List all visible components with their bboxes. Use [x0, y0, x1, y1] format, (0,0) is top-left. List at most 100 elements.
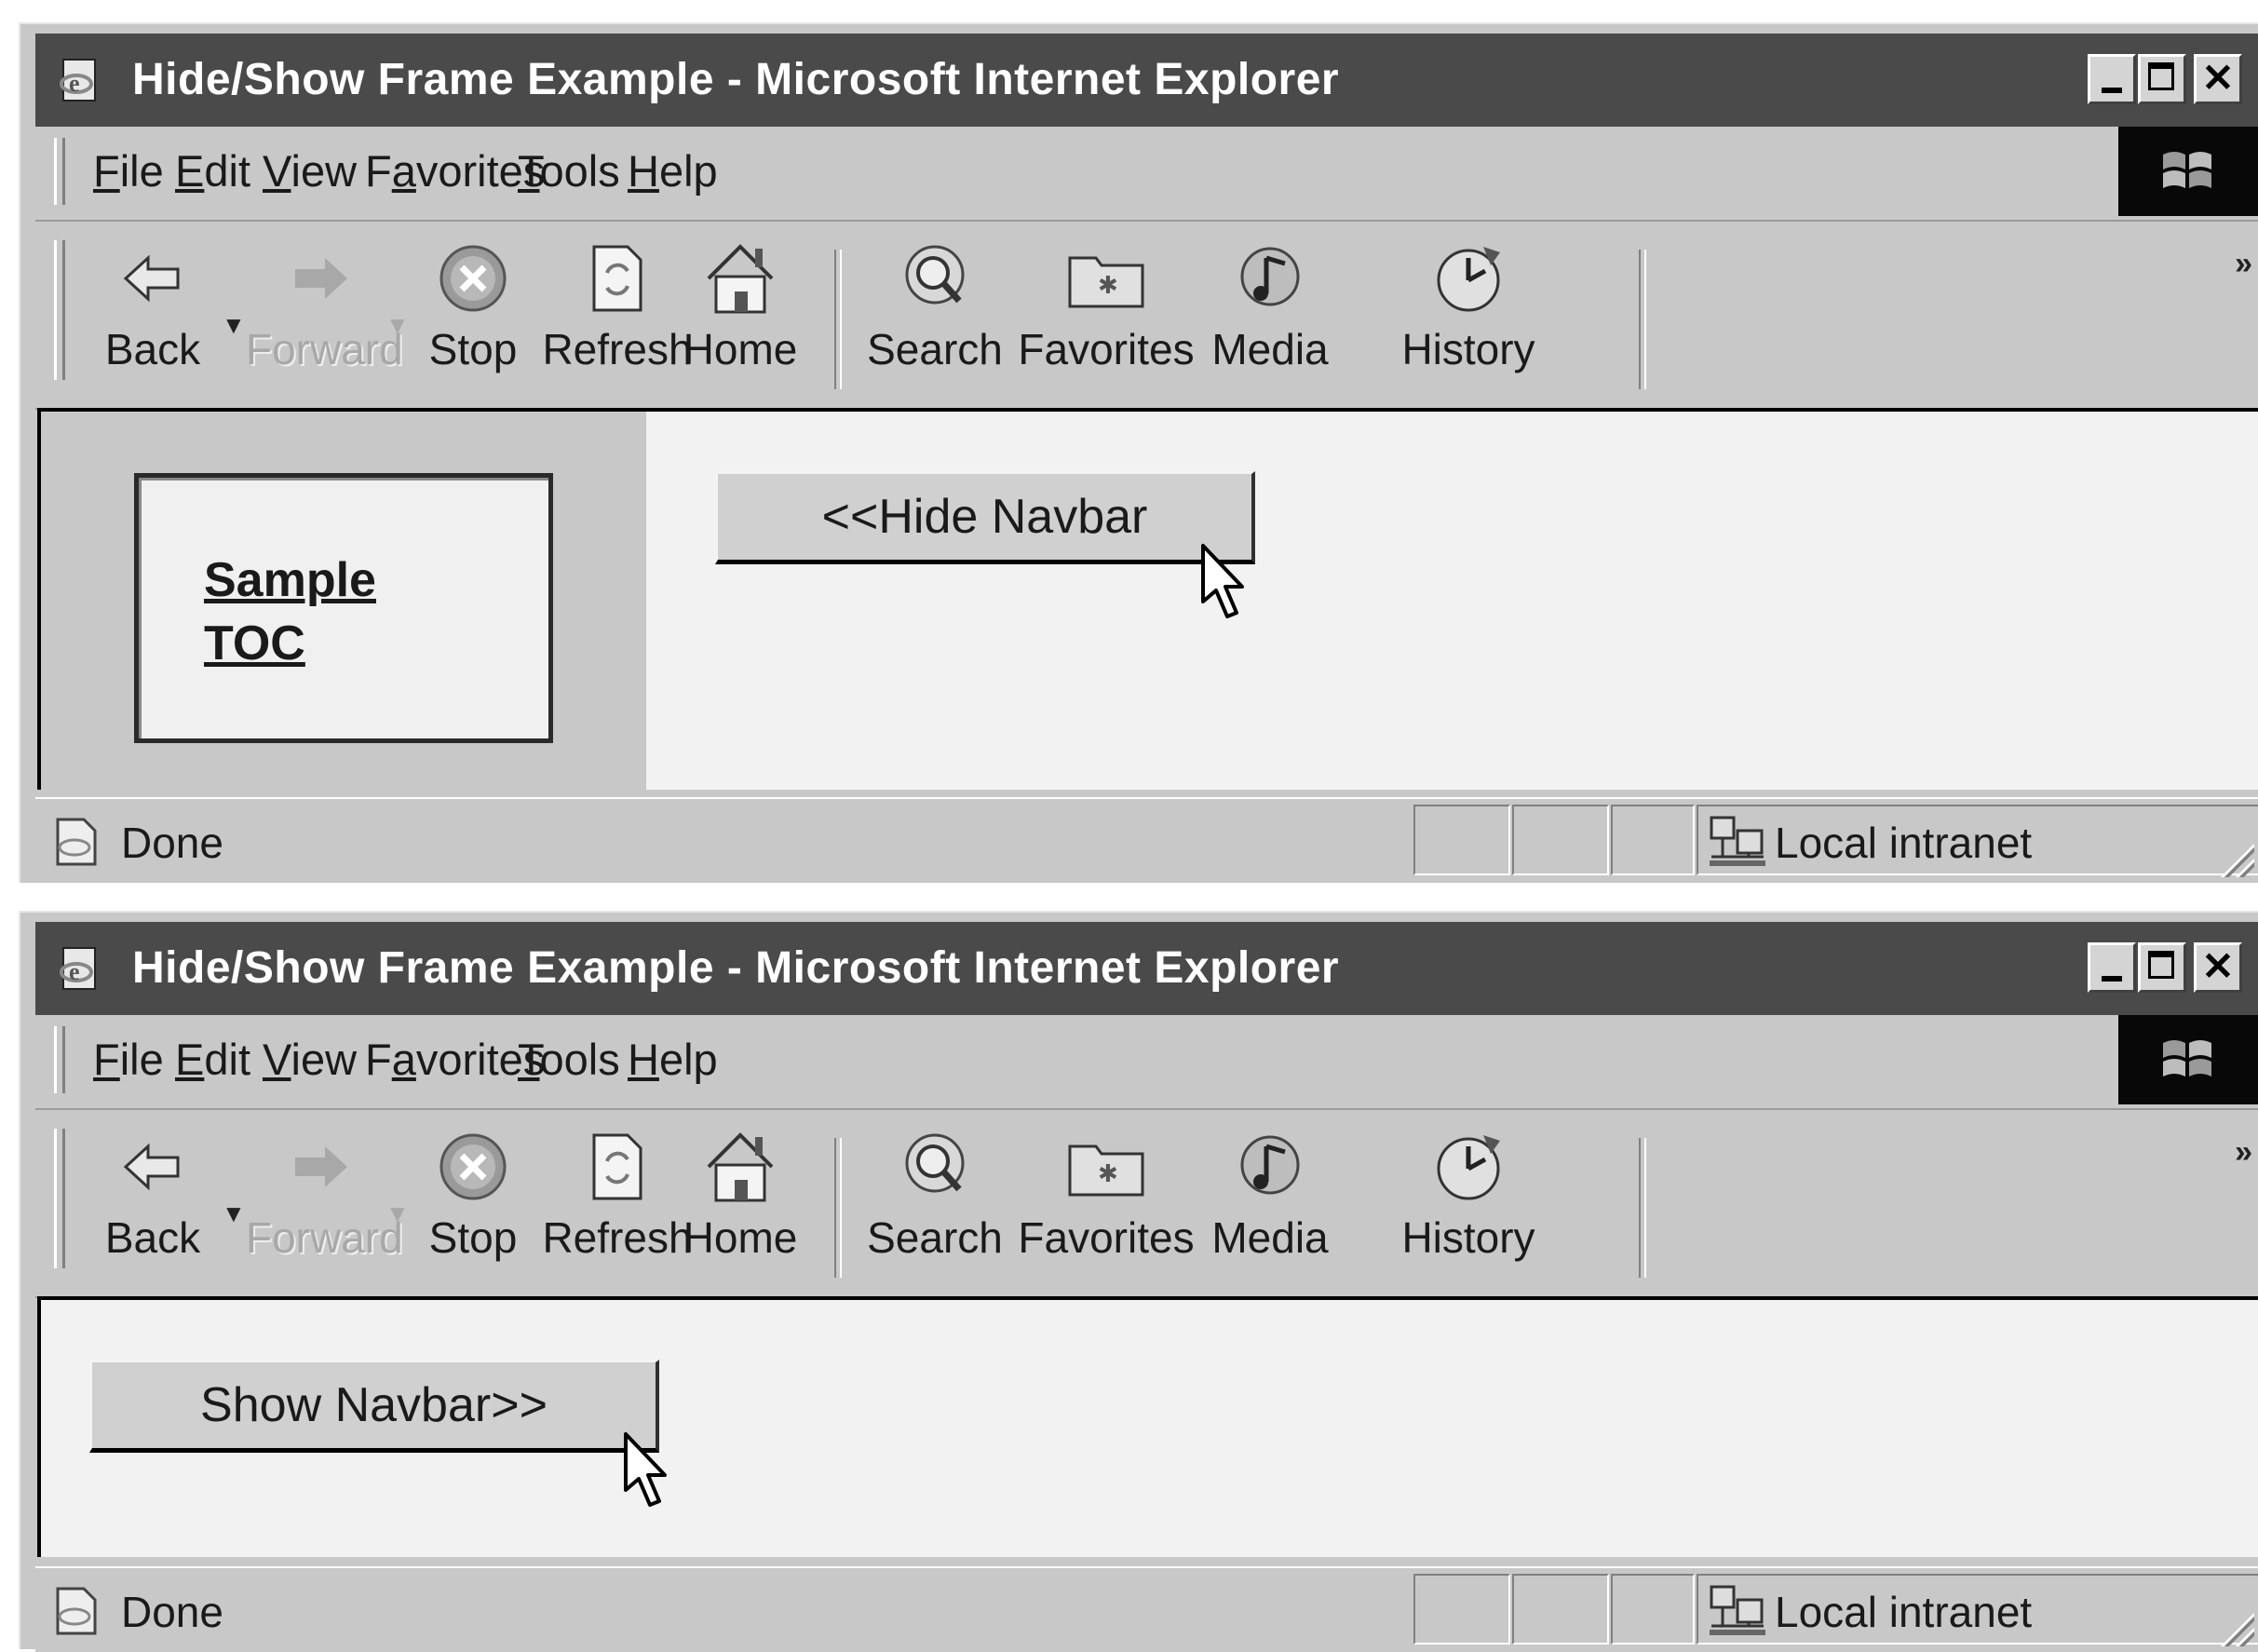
status-panel [1512, 805, 1609, 875]
menu-help-mnemonic: H [628, 146, 659, 196]
menu-tools[interactable]: Tools [518, 1034, 620, 1085]
title-bar[interactable]: e Hide/Show Frame Example - Microsoft In… [35, 34, 2258, 127]
menubar-grip[interactable] [54, 138, 65, 205]
forward-arrow-icon [295, 1146, 347, 1187]
status-text: Done [121, 819, 223, 867]
media-icon [1240, 247, 1300, 306]
refresh-button[interactable]: Refresh [538, 237, 696, 374]
toolbar-grip[interactable] [54, 240, 65, 380]
forward-button: Forward [246, 1125, 403, 1263]
search-globe-icon [905, 245, 965, 305]
minimize-button[interactable] [2088, 54, 2136, 104]
back-button[interactable]: Back [97, 1125, 209, 1263]
windows-flag-icon [2163, 1040, 2211, 1077]
menu-favorites-mnemonic: a [391, 146, 416, 196]
menu-view-mnemonic: V [263, 1035, 291, 1084]
svg-text:✱: ✱ [1098, 272, 1118, 300]
ie-page-icon: e [60, 59, 96, 102]
page-status-icon [56, 818, 97, 866]
toc-box: Sample TOC [134, 473, 553, 743]
title-bar[interactable]: e Hide/Show Frame Example - Microsoft In… [35, 922, 2258, 1015]
home-icon [707, 244, 774, 314]
page-content: Sample TOC <<Hide Navbar [37, 408, 2258, 790]
search-button[interactable]: Search [860, 237, 1009, 374]
forward-label: Forward [246, 325, 403, 373]
svg-text:e: e [69, 70, 80, 97]
status-bar: Done Local intranet [35, 1566, 2258, 1652]
resize-grip[interactable] [2217, 1609, 2254, 1646]
maximize-button[interactable] [2138, 54, 2186, 104]
menu-bar: File Edit View Favorites Tools Help [35, 127, 2258, 222]
sample-toc-link[interactable]: Sample TOC [204, 548, 483, 675]
stop-icon [439, 1133, 507, 1200]
history-button[interactable]: History [1399, 237, 1538, 374]
history-button[interactable]: History [1399, 1125, 1538, 1263]
status-panel [1413, 1574, 1510, 1645]
mouse-pointer-icon [624, 1432, 667, 1507]
status-panel [1611, 1574, 1695, 1645]
toolbar-separator [834, 1138, 842, 1278]
back-label: Back [104, 1213, 201, 1262]
favorites-button[interactable]: ✱ Favorites [1013, 1125, 1199, 1263]
menu-view[interactable]: View [263, 145, 357, 196]
close-button[interactable]: ✕ [2194, 942, 2242, 993]
status-panel [1413, 805, 1510, 875]
history-label: History [1401, 1213, 1535, 1262]
menu-edit[interactable]: Edit [175, 1034, 250, 1085]
menu-tools[interactable]: Tools [518, 145, 620, 196]
local-intranet-icon [1710, 816, 1765, 866]
toolbar-separator [1639, 1138, 1646, 1278]
menu-edit[interactable]: Edit [175, 145, 250, 196]
stop-button[interactable]: Stop [417, 1125, 529, 1263]
menubar-grip[interactable] [54, 1026, 65, 1093]
back-dropdown-icon[interactable]: ▼ [222, 311, 246, 340]
forward-button: Forward [246, 237, 403, 374]
close-button[interactable]: ✕ [2194, 54, 2242, 104]
toolbar-grip[interactable] [54, 1129, 65, 1268]
windows-flag-icon [2163, 152, 2211, 188]
menu-bar: File Edit View Favorites Tools Help [35, 1015, 2258, 1110]
menu-edit-mnemonic: E [175, 146, 205, 196]
stop-icon [439, 245, 507, 312]
toolbar-more-chevron-icon[interactable]: » [2235, 1134, 2252, 1171]
back-arrow-icon [123, 254, 180, 303]
stop-label: Stop [428, 325, 518, 373]
forward-dropdown-icon: ▼ [385, 1199, 410, 1227]
stop-button[interactable]: Stop [417, 237, 529, 374]
standard-toolbar: Back ▼ Forward ▼ Stop Refresh Home Searc… [35, 222, 2258, 410]
favorites-folder-icon: ✱ [1068, 1144, 1144, 1197]
back-button[interactable]: Back [97, 237, 209, 374]
refresh-button[interactable]: Refresh [538, 1125, 696, 1263]
menu-view[interactable]: View [263, 1034, 357, 1085]
stop-label: Stop [428, 1213, 518, 1262]
show-navbar-button[interactable]: Show Navbar>> [89, 1360, 659, 1453]
home-button[interactable]: Home [680, 237, 801, 374]
page-content: Show Navbar>> [37, 1296, 2258, 1557]
mouse-pointer-icon [1201, 544, 1244, 618]
menu-help[interactable]: Help [628, 1034, 718, 1085]
svg-text:e: e [69, 958, 80, 985]
media-button[interactable]: Media [1205, 1125, 1335, 1263]
maximize-button[interactable] [2138, 942, 2186, 993]
toolbar-separator [1639, 250, 1646, 389]
minimize-button[interactable] [2088, 942, 2136, 993]
toolbar-separator [834, 250, 842, 389]
svg-text:✱: ✱ [1098, 1160, 1118, 1188]
menu-file[interactable]: File [93, 145, 164, 196]
menu-view-mnemonic: V [263, 146, 291, 196]
favorites-folder-icon: ✱ [1068, 256, 1144, 308]
hide-navbar-button[interactable]: <<Hide Navbar [715, 471, 1255, 564]
home-button[interactable]: Home [680, 1125, 801, 1263]
ie-page-icon: e [60, 947, 96, 990]
refresh-icon [592, 245, 642, 312]
menu-file[interactable]: File [93, 1034, 164, 1085]
toolbar-more-chevron-icon[interactable]: » [2235, 246, 2252, 282]
status-panel [1611, 805, 1695, 875]
back-dropdown-icon[interactable]: ▼ [222, 1199, 246, 1228]
favorites-button[interactable]: ✱ Favorites [1013, 237, 1199, 374]
home-icon [707, 1132, 774, 1202]
media-button[interactable]: Media [1205, 237, 1335, 374]
search-button[interactable]: Search [860, 1125, 1009, 1263]
menu-help[interactable]: Help [628, 145, 718, 196]
resize-grip[interactable] [2217, 840, 2254, 877]
